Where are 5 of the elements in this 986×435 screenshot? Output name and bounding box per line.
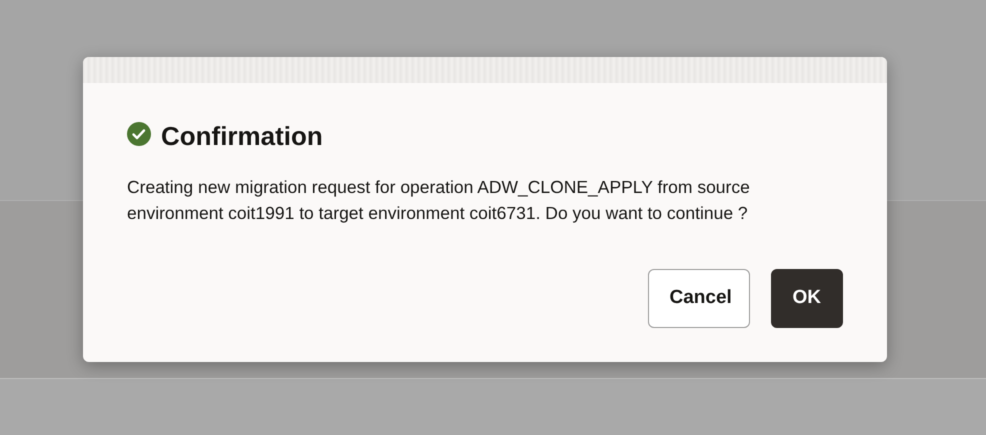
cancel-button[interactable]: Cancel <box>648 269 750 328</box>
check-circle-icon <box>127 122 151 146</box>
dialog-message: Creating new migration request for operation ADW_CLONE_APPLY from source environment coit1991 to target environment coit6731. Do you want to continue ? <box>127 176 751 225</box>
dialog-title: Confirmation <box>161 120 323 153</box>
ok-button[interactable]: OK <box>770 269 843 328</box>
